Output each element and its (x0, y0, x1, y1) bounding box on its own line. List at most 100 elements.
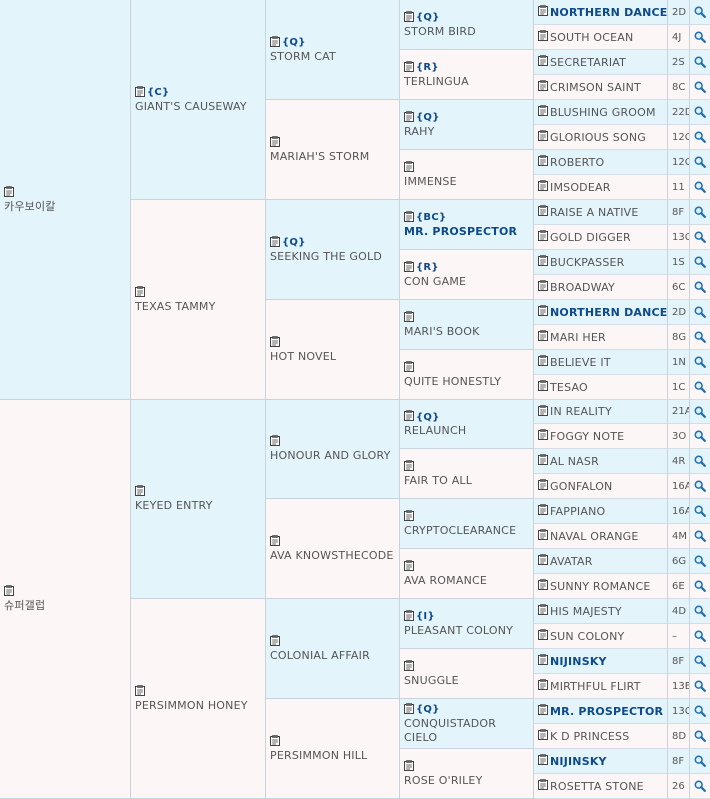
horse-name[interactable]: TESAO (550, 381, 588, 394)
clipboard-icon[interactable] (270, 335, 280, 350)
horse-name[interactable]: SECRETARIAT (550, 56, 626, 69)
clipboard-icon[interactable] (538, 629, 548, 643)
magnifier-icon[interactable] (690, 375, 710, 400)
magnifier-icon[interactable] (690, 225, 710, 250)
clipboard-icon[interactable] (135, 85, 145, 100)
horse-name[interactable]: 슈퍼갤럽 (4, 599, 130, 613)
magnifier-icon[interactable] (690, 449, 710, 474)
horse-name[interactable]: RELAUNCH (404, 424, 533, 438)
magnifier-icon[interactable] (690, 175, 710, 200)
horse-name[interactable]: SEEKING THE GOLD (270, 250, 399, 264)
clipboard-icon[interactable] (538, 255, 548, 269)
magnifier-icon[interactable] (690, 300, 710, 325)
clipboard-icon[interactable] (538, 679, 548, 693)
horse-name[interactable]: MARIAH'S STORM (270, 150, 399, 164)
magnifier-icon[interactable] (690, 699, 710, 724)
clipboard-icon[interactable] (270, 634, 280, 649)
magnifier-icon[interactable] (690, 125, 710, 150)
horse-name[interactable]: HOT NOVEL (270, 350, 399, 364)
horse-name[interactable]: NIJINSKY (550, 655, 607, 668)
clipboard-icon[interactable] (404, 310, 414, 325)
magnifier-icon[interactable] (690, 549, 710, 574)
horse-name[interactable]: MARI HER (550, 331, 606, 344)
clipboard-icon[interactable] (538, 504, 548, 518)
horse-name[interactable]: NIJINSKY (550, 755, 607, 768)
clipboard-icon[interactable] (538, 754, 548, 768)
horse-name[interactable]: IMMENSE (404, 175, 533, 189)
magnifier-icon[interactable] (690, 499, 710, 524)
magnifier-icon[interactable] (690, 649, 710, 674)
magnifier-icon[interactable] (690, 200, 710, 225)
clipboard-icon[interactable] (404, 60, 414, 75)
horse-name[interactable]: HONOUR AND GLORY (270, 449, 399, 463)
magnifier-icon[interactable] (690, 424, 710, 449)
horse-name[interactable]: ROSE O'RILEY (404, 774, 533, 788)
clipboard-icon[interactable] (538, 380, 548, 394)
horse-name[interactable]: TEXAS TAMMY (135, 300, 265, 314)
clipboard-icon[interactable] (538, 454, 548, 468)
magnifier-icon[interactable] (690, 325, 710, 350)
horse-name[interactable]: ROBERTO (550, 156, 604, 169)
horse-name[interactable]: GLORIOUS SONG (550, 131, 646, 144)
clipboard-icon[interactable] (538, 180, 548, 194)
horse-name[interactable]: BELIEVE IT (550, 356, 611, 369)
clipboard-icon[interactable] (538, 604, 548, 618)
clipboard-icon[interactable] (4, 185, 14, 200)
horse-name[interactable]: QUITE HONESTLY (404, 375, 533, 389)
horse-name[interactable]: PERSIMMON HONEY (135, 699, 265, 713)
magnifier-icon[interactable] (690, 25, 710, 50)
horse-name[interactable]: KEYED ENTRY (135, 499, 265, 513)
magnifier-icon[interactable] (690, 75, 710, 100)
horse-name[interactable]: STORM CAT (270, 50, 399, 64)
clipboard-icon[interactable] (538, 429, 548, 443)
horse-name[interactable]: FAIR TO ALL (404, 474, 533, 488)
clipboard-icon[interactable] (404, 410, 414, 424)
clipboard-icon[interactable] (538, 5, 548, 19)
clipboard-icon[interactable] (538, 55, 548, 69)
clipboard-icon[interactable] (538, 479, 548, 493)
horse-name[interactable]: IN REALITY (550, 405, 612, 418)
clipboard-icon[interactable] (538, 654, 548, 668)
horse-name[interactable]: BLUSHING GROOM (550, 106, 656, 119)
clipboard-icon[interactable] (538, 579, 548, 593)
clipboard-icon[interactable] (538, 280, 548, 294)
clipboard-icon[interactable] (538, 105, 548, 119)
magnifier-icon[interactable] (690, 474, 710, 499)
magnifier-icon[interactable] (690, 524, 710, 549)
clipboard-icon[interactable] (538, 779, 548, 793)
horse-name[interactable]: SOUTH OCEAN (550, 31, 633, 44)
horse-name[interactable]: MR. PROSPECTOR (550, 705, 663, 718)
magnifier-icon[interactable] (690, 50, 710, 75)
clipboard-icon[interactable] (135, 285, 145, 300)
magnifier-icon[interactable] (690, 574, 710, 599)
horse-name[interactable]: MR. PROSPECTOR (404, 225, 533, 239)
clipboard-icon[interactable] (538, 305, 548, 319)
horse-name[interactable]: BROADWAY (550, 281, 615, 294)
clipboard-icon[interactable] (538, 704, 548, 718)
clipboard-icon[interactable] (538, 30, 548, 44)
horse-name[interactable]: AVATAR (550, 555, 593, 568)
horse-name[interactable]: AL NASR (550, 455, 599, 468)
clipboard-icon[interactable] (538, 355, 548, 369)
horse-name[interactable]: MARI'S BOOK (404, 325, 533, 339)
clipboard-icon[interactable] (404, 659, 414, 674)
clipboard-icon[interactable] (538, 529, 548, 543)
horse-name[interactable]: CONQUISTADOR CIELO (404, 717, 533, 745)
horse-name[interactable]: SUNNY ROMANCE (550, 580, 650, 593)
horse-name[interactable]: NORTHERN DANCER (550, 306, 667, 319)
horse-name[interactable]: FAPPIANO (550, 505, 605, 518)
horse-name[interactable]: MIRTHFUL FLIRT (550, 680, 641, 693)
clipboard-icon[interactable] (270, 435, 280, 449)
horse-name[interactable]: HIS MAJESTY (550, 605, 622, 618)
horse-name[interactable]: IMSODEAR (550, 181, 611, 194)
clipboard-icon[interactable] (404, 509, 414, 524)
clipboard-icon[interactable] (404, 609, 414, 624)
clipboard-icon[interactable] (538, 729, 548, 743)
clipboard-icon[interactable] (538, 205, 548, 219)
horse-name[interactable]: TERLINGUA (404, 75, 533, 89)
clipboard-icon[interactable] (538, 155, 548, 169)
horse-name[interactable]: PLEASANT COLONY (404, 624, 533, 638)
horse-name[interactable]: 카우보이칼 (4, 200, 130, 214)
magnifier-icon[interactable] (690, 749, 710, 774)
clipboard-icon[interactable] (538, 404, 548, 419)
